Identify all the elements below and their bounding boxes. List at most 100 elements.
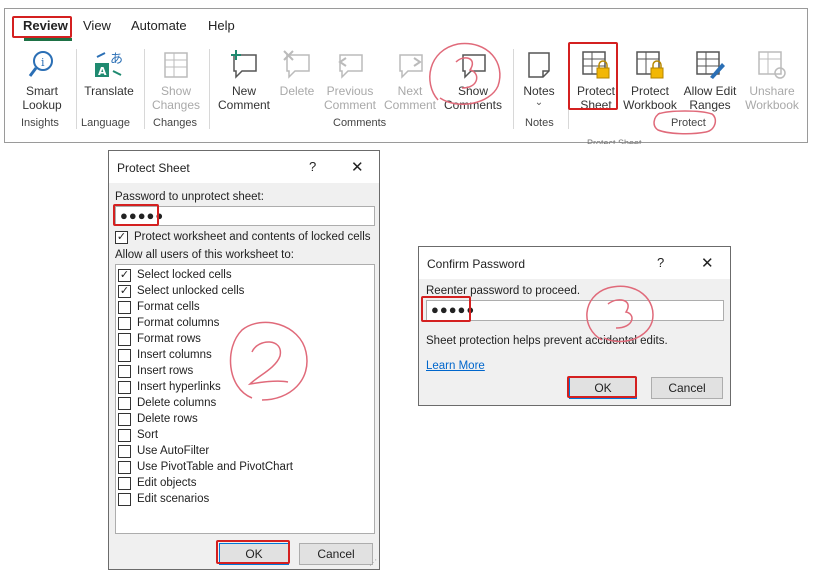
- delete-comment-button[interactable]: Delete: [277, 49, 317, 98]
- reenter-label: Reenter password to proceed.: [426, 285, 581, 297]
- permission-label: Delete columns: [137, 397, 217, 409]
- next-comment-button[interactable]: Next Comment: [381, 49, 439, 112]
- protect-sheet-dialog: Protect Sheet ? ✕ Password to unprotect …: [108, 150, 380, 570]
- show-comments-label-2: Comments: [443, 98, 502, 112]
- tab-review[interactable]: Review: [23, 18, 68, 33]
- learn-more-link[interactable]: Learn More: [426, 360, 485, 372]
- protect-workbook-icon: [634, 49, 666, 81]
- resize-grip-icon[interactable]: ⋰: [369, 558, 377, 567]
- new-comment-button[interactable]: New Comment: [215, 49, 273, 112]
- group-separator: [568, 49, 569, 129]
- new-comment-label-2: Comment: [217, 98, 270, 112]
- group-label-protect: Protect: [671, 117, 706, 129]
- notes-label: Notes: [523, 84, 555, 98]
- permission-checkbox[interactable]: [118, 301, 131, 314]
- permission-checkbox[interactable]: [118, 477, 131, 490]
- group-label-notes: Notes: [525, 117, 554, 129]
- smart-lookup-label-2: Lookup: [22, 98, 62, 112]
- allow-edit-ranges-label-2: Ranges: [689, 98, 731, 112]
- show-comments-icon: [457, 49, 489, 81]
- permission-checkbox[interactable]: [118, 397, 131, 410]
- permission-label: Select unlocked cells: [137, 285, 245, 297]
- group-separator: [513, 49, 514, 129]
- group-separator: [76, 49, 77, 129]
- protect-contents-checkbox[interactable]: ✓: [115, 231, 128, 244]
- cancel-button[interactable]: Cancel: [651, 377, 723, 399]
- allow-edit-ranges-button[interactable]: Allow Edit Ranges: [681, 49, 739, 112]
- permission-checkbox[interactable]: [118, 445, 131, 458]
- permission-checkbox[interactable]: [118, 461, 131, 474]
- notes-button[interactable]: Notes ⌄: [519, 49, 559, 108]
- unshare-workbook-icon: [756, 49, 788, 81]
- close-icon[interactable]: ✕: [701, 254, 714, 272]
- unshare-workbook-label-1: Unshare: [749, 84, 795, 98]
- protect-sheet-button[interactable]: Protect Sheet: [573, 49, 619, 112]
- close-icon[interactable]: ✕: [351, 158, 364, 176]
- cancel-button[interactable]: Cancel: [299, 543, 373, 565]
- svg-text:i: i: [41, 56, 45, 69]
- permission-checkbox[interactable]: [118, 333, 131, 346]
- permission-checkbox[interactable]: [118, 317, 131, 330]
- permission-checkbox[interactable]: [118, 349, 131, 362]
- ok-button[interactable]: OK: [569, 377, 637, 399]
- group-label-changes: Changes: [153, 117, 198, 129]
- next-comment-label-2: Comment: [383, 98, 436, 112]
- notes-icon: [523, 49, 555, 81]
- protect-workbook-label-2: Workbook: [623, 98, 677, 112]
- unshare-workbook-button[interactable]: Unshare Workbook: [741, 49, 803, 112]
- show-comments-button[interactable]: Show Comments: [441, 49, 505, 112]
- allow-users-label: Allow all users of this worksheet to:: [115, 249, 294, 261]
- smart-lookup-icon: i: [26, 49, 58, 81]
- delete-comment-label: Delete: [279, 84, 315, 98]
- help-icon[interactable]: ?: [309, 159, 316, 174]
- previous-comment-button[interactable]: Previous Comment: [321, 49, 379, 112]
- permission-label: Delete rows: [137, 413, 198, 425]
- svg-text:A: A: [98, 65, 107, 78]
- svg-text:あ: あ: [110, 52, 123, 67]
- group-label-language: Language: [81, 117, 130, 129]
- permission-checkbox[interactable]: [118, 365, 131, 378]
- tab-help[interactable]: Help: [208, 18, 235, 33]
- protect-sheet-icon: [580, 49, 612, 81]
- permission-checkbox[interactable]: [118, 429, 131, 442]
- excel-ribbon: Review View Automate Help i Smart Lookup…: [4, 8, 808, 144]
- show-changes-icon: [160, 49, 192, 81]
- permission-label: Select locked cells: [137, 269, 232, 281]
- translate-icon: Aあ: [93, 49, 125, 81]
- protect-workbook-button[interactable]: Protect Workbook: [621, 49, 679, 112]
- show-changes-button[interactable]: Show Changes: [149, 49, 203, 112]
- permission-checkbox[interactable]: [118, 381, 131, 394]
- active-tab-indicator: [24, 38, 72, 41]
- permissions-list[interactable]: ✓ Select locked cells ✓ Select unlocked cel…: [115, 264, 375, 534]
- group-separator: [144, 49, 145, 129]
- permission-checkbox[interactable]: ✓: [118, 285, 131, 298]
- group-label-comments: Comments: [333, 117, 387, 129]
- protect-workbook-label-1: Protect: [630, 84, 669, 98]
- protect-sheet-label-2: Sheet: [580, 98, 612, 112]
- tab-automate[interactable]: Automate: [131, 18, 187, 33]
- help-icon[interactable]: ?: [657, 255, 664, 270]
- delete-comment-icon: [281, 49, 313, 81]
- dialog-titlebar: Protect Sheet ? ✕: [109, 151, 379, 183]
- ribbon-tabs: Review View Automate Help: [5, 9, 807, 43]
- tab-view[interactable]: View: [83, 18, 111, 33]
- ok-button[interactable]: OK: [219, 543, 289, 565]
- permission-label: Use PivotTable and PivotChart: [137, 461, 293, 473]
- permission-checkbox[interactable]: ✓: [118, 269, 131, 282]
- show-comments-label-1: Show: [457, 84, 489, 98]
- translate-button[interactable]: Aあ Translate: [81, 49, 137, 98]
- previous-comment-icon: [334, 49, 366, 81]
- protect-contents-label: Protect worksheet and contents of locked…: [134, 231, 371, 243]
- permission-label: Edit scenarios: [137, 493, 210, 505]
- next-comment-icon: [394, 49, 426, 81]
- group-label-insights: Insights: [21, 117, 59, 129]
- permission-label: Edit objects: [137, 477, 197, 489]
- password-input[interactable]: ●●●●●: [115, 206, 375, 226]
- confirm-password-input[interactable]: ●●●●●: [426, 300, 724, 321]
- permission-checkbox[interactable]: [118, 493, 131, 506]
- permission-checkbox[interactable]: [118, 413, 131, 426]
- smart-lookup-button[interactable]: i Smart Lookup: [19, 49, 65, 112]
- show-changes-label-2: Changes: [151, 98, 201, 112]
- dialog-titlebar: Confirm Password ? ✕: [419, 247, 730, 279]
- previous-comment-label-2: Comment: [323, 98, 376, 112]
